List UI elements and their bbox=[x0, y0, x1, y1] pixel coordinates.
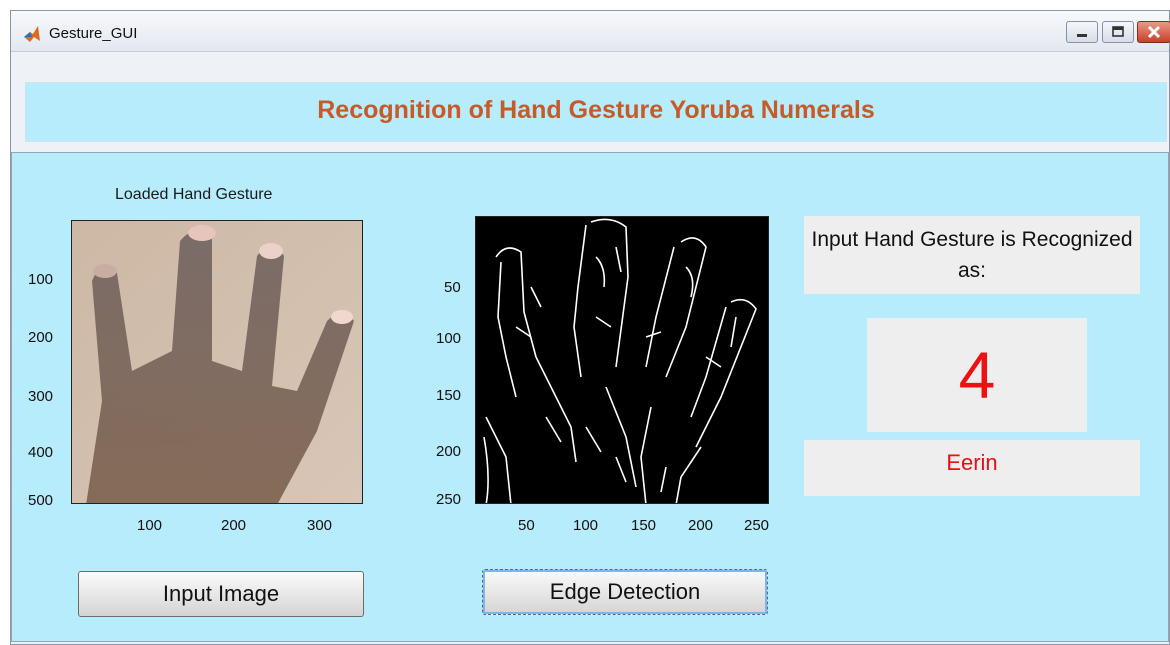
y-tick-label: 200 bbox=[436, 443, 462, 460]
title-banner: Recognition of Hand Gesture Yoruba Numer… bbox=[25, 82, 1167, 142]
figure-area: Recognition of Hand Gesture Yoruba Numer… bbox=[11, 52, 1169, 644]
y-tick-label: 50 bbox=[444, 279, 461, 296]
minimize-button[interactable] bbox=[1066, 21, 1098, 43]
loaded-axes-title: Loaded Hand Gesture bbox=[115, 186, 273, 203]
recognized-digit: 4 bbox=[958, 338, 996, 412]
page-title: Recognition of Hand Gesture Yoruba Numer… bbox=[317, 96, 875, 124]
main-panel: Loaded Hand Gesture 100 200 300 400 500 … bbox=[11, 152, 1169, 642]
y-tick-label: 250 bbox=[436, 491, 462, 508]
recognized-digit-box: 4 bbox=[867, 318, 1087, 432]
y-tick-label: 100 bbox=[436, 330, 462, 347]
app-window: Gesture_GUI Recognition of Hand Gesture … bbox=[10, 10, 1170, 645]
y-tick-label: 200 bbox=[28, 329, 54, 346]
y-tick-label: 100 bbox=[28, 271, 54, 288]
hand-photo bbox=[72, 221, 362, 503]
x-tick-label: 250 bbox=[744, 517, 770, 534]
input-image-button[interactable]: Input Image bbox=[78, 571, 364, 617]
recognized-word: Eerin bbox=[946, 450, 998, 475]
edge-detection-button[interactable]: Edge Detection bbox=[482, 569, 768, 615]
x-tick-label: 100 bbox=[137, 517, 163, 534]
title-bar[interactable]: Gesture_GUI bbox=[11, 11, 1170, 52]
x-tick-label: 300 bbox=[307, 517, 333, 534]
y-tick-label: 300 bbox=[28, 388, 54, 405]
x-tick-label: 200 bbox=[688, 517, 714, 534]
close-button[interactable] bbox=[1137, 21, 1170, 43]
y-tick-label: 150 bbox=[436, 387, 462, 404]
minimize-icon bbox=[1077, 34, 1087, 37]
restore-icon bbox=[1112, 26, 1124, 37]
recognized-word-box: Eerin bbox=[804, 440, 1140, 496]
x-tick-label: 50 bbox=[518, 517, 535, 534]
matlab-icon bbox=[24, 26, 40, 42]
recognition-label-box: Input Hand Gesture is Recognized as: bbox=[804, 216, 1140, 294]
y-tick-label: 500 bbox=[28, 492, 54, 509]
window-title: Gesture_GUI bbox=[49, 25, 138, 42]
recognition-label: Input Hand Gesture is Recognized as: bbox=[811, 228, 1133, 282]
maximize-button[interactable] bbox=[1102, 21, 1134, 43]
loaded-hand-image bbox=[71, 220, 363, 504]
y-tick-label: 400 bbox=[28, 444, 54, 461]
x-tick-label: 100 bbox=[573, 517, 599, 534]
close-icon bbox=[1147, 25, 1161, 39]
edge-map bbox=[483, 218, 757, 503]
x-tick-label: 150 bbox=[631, 517, 657, 534]
edge-image bbox=[475, 216, 769, 504]
x-tick-label: 200 bbox=[221, 517, 247, 534]
